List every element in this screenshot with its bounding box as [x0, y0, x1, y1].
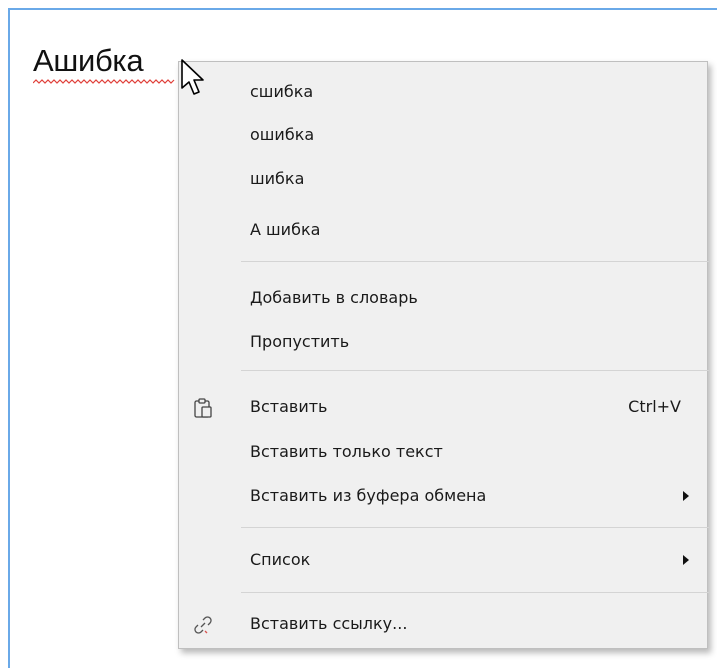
suggestion-label: сшибка: [250, 82, 314, 101]
spellcheck-underline: [33, 79, 175, 84]
paste-item[interactable]: Вставить Ctrl+V: [179, 387, 707, 427]
menu-separator: [241, 527, 709, 528]
list-label: Список: [250, 550, 311, 569]
menu-separator: [241, 370, 709, 371]
suggestion-item[interactable]: ошибка: [179, 115, 707, 155]
app-window: Ашибка сшибка ошибка шибка А шибка Добав…: [0, 0, 717, 668]
insert-link-label: Вставить ссылку...: [250, 614, 408, 633]
add-to-dictionary-label: Добавить в словарь: [250, 288, 418, 307]
paste-text-only-label: Вставить только текст: [250, 442, 443, 461]
misspelled-word[interactable]: Ашибка: [33, 43, 144, 79]
submenu-arrow-icon: [683, 555, 689, 565]
spellcheck-context-menu: сшибка ошибка шибка А шибка Добавить в с…: [178, 61, 709, 649]
paste-text-only-item[interactable]: Вставить только текст: [179, 432, 707, 472]
menu-separator: [241, 592, 709, 593]
suggestion-label: шибка: [250, 169, 305, 188]
suggestion-item[interactable]: А шибка: [179, 210, 707, 250]
skip-label: Пропустить: [250, 332, 350, 351]
submenu-arrow-icon: [683, 491, 689, 501]
paste-shortcut: Ctrl+V: [628, 397, 681, 416]
suggestion-label: ошибка: [250, 125, 315, 144]
clipboard-paste-icon: [194, 398, 212, 418]
suggestion-item[interactable]: сшибка: [179, 72, 707, 112]
skip-item[interactable]: Пропустить: [179, 322, 707, 362]
insert-link-item[interactable]: Вставить ссылку...: [179, 604, 707, 644]
paste-from-clipboard-label: Вставить из буфера обмена: [250, 486, 487, 505]
suggestion-label: А шибка: [250, 220, 321, 239]
add-to-dictionary-item[interactable]: Добавить в словарь: [179, 278, 707, 318]
list-item[interactable]: Список: [179, 540, 707, 580]
paste-label: Вставить: [250, 397, 328, 416]
mouse-pointer-icon: [181, 59, 204, 95]
link-icon: [194, 616, 212, 634]
suggestion-item[interactable]: шибка: [179, 159, 707, 199]
menu-separator: [241, 261, 709, 262]
paste-from-clipboard-item[interactable]: Вставить из буфера обмена: [179, 476, 707, 516]
